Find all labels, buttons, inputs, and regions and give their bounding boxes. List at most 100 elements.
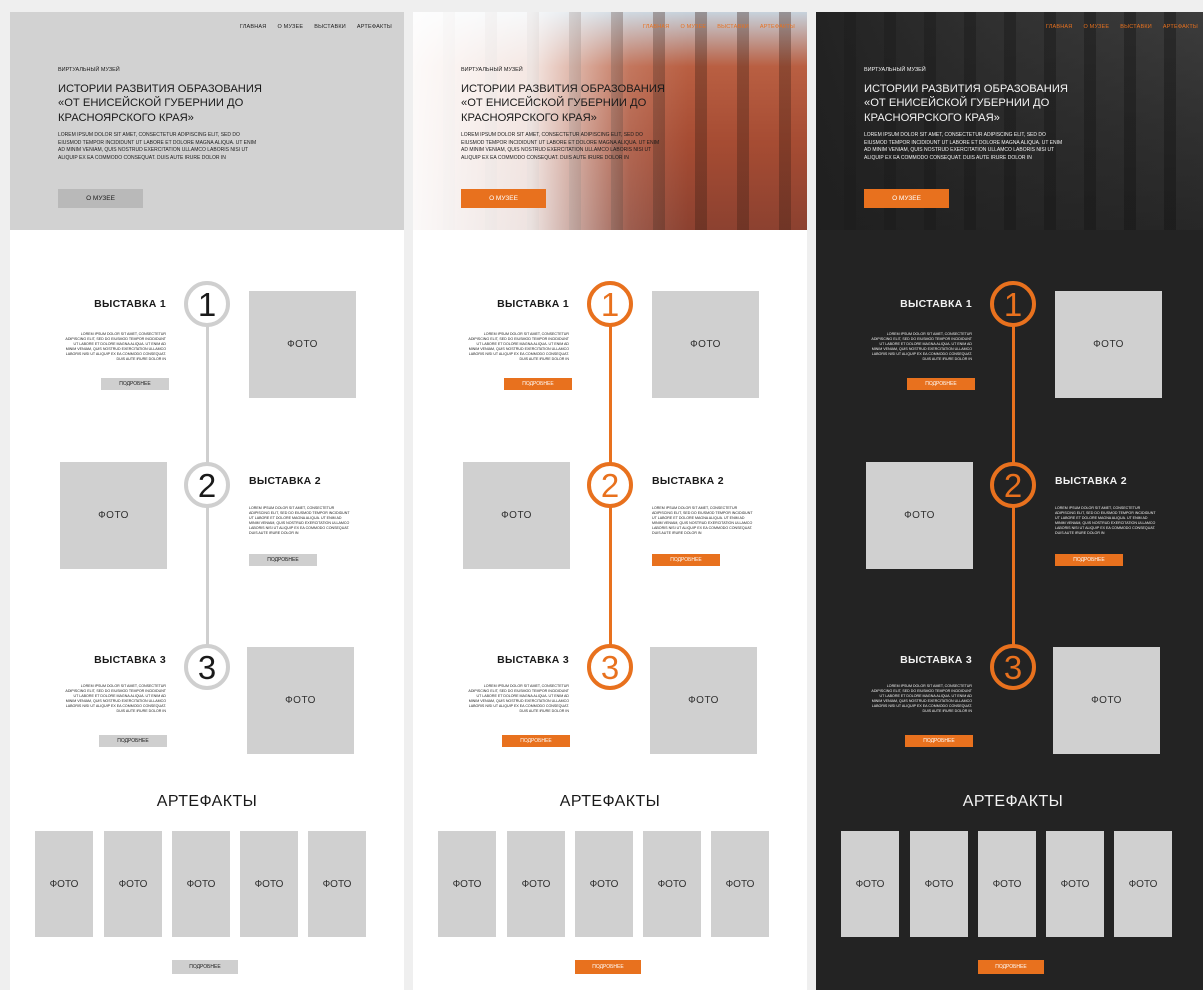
hero: ГЛАВНАЯ О МУЗЕЕ ВЫСТАВКИ АРТЕФАКТЫ ВИРТУ…: [816, 12, 1203, 230]
exhibition-more-button[interactable]: ПОДРОБНЕЕ: [1055, 554, 1123, 566]
exhibition-more-button[interactable]: ПОДРОБНЕЕ: [101, 378, 169, 390]
about-museum-button[interactable]: О МУЗЕЕ: [58, 189, 143, 208]
exhibition-description: LOREM IPSUM DOLOR SIT AMET, CONSECTETUR …: [871, 684, 972, 714]
exhibition-title: ВЫСТАВКА 1: [94, 298, 166, 310]
artifact-photo[interactable]: ФОТО: [711, 831, 769, 937]
exhibition-photo: ФОТО: [1055, 291, 1162, 398]
top-nav: ГЛАВНАЯ О МУЗЕЕ ВЫСТАВКИ АРТЕФАКТЫ: [1046, 24, 1198, 30]
exhibition-title: ВЫСТАВКА 3: [900, 654, 972, 666]
exhibition-title: ВЫСТАВКА 1: [900, 298, 972, 310]
nav-exhibitions[interactable]: ВЫСТАВКИ: [1120, 24, 1152, 30]
exhibition-photo: ФОТО: [1053, 647, 1160, 754]
artifact-photo[interactable]: ФОТО: [643, 831, 701, 937]
exhibition-title: ВЫСТАВКА 2: [249, 475, 321, 487]
exhibition-description: LOREM IPSUM DOLOR SIT AMET, CONSECTETUR …: [249, 506, 350, 536]
hero-kicker: ВИРТУАЛЬНЫЙ МУЗЕЙ: [58, 67, 120, 73]
exhibition-more-button[interactable]: ПОДРОБНЕЕ: [652, 554, 720, 566]
exhibition-more-button[interactable]: ПОДРОБНЕЕ: [905, 735, 973, 747]
nav-artifacts[interactable]: АРТЕФАКТЫ: [760, 24, 795, 30]
timeline-marker-2: 2: [587, 462, 633, 508]
hero-title: ИСТОРИИ РАЗВИТИЯ ОБРАЗОВАНИЯ «ОТ ЕНИСЕЙС…: [58, 83, 262, 124]
timeline-marker-3: 3: [184, 644, 230, 690]
artifacts-more-button[interactable]: ПОДРОБНЕЕ: [978, 960, 1044, 974]
nav-home[interactable]: ГЛАВНАЯ: [240, 24, 267, 30]
artifact-photo[interactable]: ФОТО: [507, 831, 565, 937]
about-museum-button[interactable]: О МУЗЕЕ: [461, 189, 546, 208]
top-nav: ГЛАВНАЯ О МУЗЕЕ ВЫСТАВКИ АРТЕФАКТЫ: [240, 24, 392, 30]
exhibition-more-button[interactable]: ПОДРОБНЕЕ: [502, 735, 570, 747]
timeline-marker-2: 2: [184, 462, 230, 508]
artifact-photo[interactable]: ФОТО: [240, 831, 298, 937]
exhibition-description: LOREM IPSUM DOLOR SIT AMET, CONSECTETUR …: [468, 332, 569, 362]
nav-exhibitions[interactable]: ВЫСТАВКИ: [717, 24, 749, 30]
hero-lead: LOREM IPSUM DOLOR SIT AMET, CONSECTETUR …: [864, 132, 1063, 161]
nav-about[interactable]: О МУЗЕЕ: [1083, 24, 1109, 30]
exhibitions-timeline: 1 ВЫСТАВКА 1 LOREM IPSUM DOLOR SIT AMET,…: [10, 274, 404, 764]
mockup-comparison: ГЛАВНАЯ О МУЗЕЕ ВЫСТАВКИ АРТЕФАКТЫ ВИРТУ…: [0, 0, 1203, 990]
exhibition-description: LOREM IPSUM DOLOR SIT AMET, CONSECTETUR …: [65, 332, 166, 362]
hero: ГЛАВНАЯ О МУЗЕЕ ВЫСТАВКИ АРТЕФАКТЫ ВИРТУ…: [413, 12, 807, 230]
exhibition-title: ВЫСТАВКА 2: [652, 475, 724, 487]
artifact-photo[interactable]: ФОТО: [1114, 831, 1172, 937]
exhibition-more-button[interactable]: ПОДРОБНЕЕ: [907, 378, 975, 390]
nav-exhibitions[interactable]: ВЫСТАВКИ: [314, 24, 346, 30]
exhibition-description: LOREM IPSUM DOLOR SIT AMET, CONSECTETUR …: [871, 332, 972, 362]
board-dark: ГЛАВНАЯ О МУЗЕЕ ВЫСТАВКИ АРТЕФАКТЫ ВИРТУ…: [816, 12, 1203, 990]
exhibition-photo: ФОТО: [247, 647, 354, 754]
hero-title: ИСТОРИИ РАЗВИТИЯ ОБРАЗОВАНИЯ «ОТ ЕНИСЕЙС…: [461, 83, 665, 124]
artifact-photo[interactable]: ФОТО: [438, 831, 496, 937]
hero-lead: LOREM IPSUM DOLOR SIT AMET, CONSECTETUR …: [461, 132, 660, 161]
artifact-photo[interactable]: ФОТО: [910, 831, 968, 937]
artifacts-heading: АРТЕФАКТЫ: [559, 793, 661, 810]
artifact-photo[interactable]: ФОТО: [575, 831, 633, 937]
exhibition-description: LOREM IPSUM DOLOR SIT AMET, CONSECTETUR …: [65, 684, 166, 714]
exhibition-title: ВЫСТАВКА 3: [497, 654, 569, 666]
hero-kicker: ВИРТУАЛЬНЫЙ МУЗЕЙ: [864, 67, 926, 73]
exhibitions-timeline: 1 ВЫСТАВКА 1 LOREM IPSUM DOLOR SIT AMET,…: [413, 274, 807, 764]
exhibitions-timeline: 1 ВЫСТАВКА 1 LOREM IPSUM DOLOR SIT AMET,…: [816, 274, 1203, 764]
timeline-marker-3: 3: [587, 644, 633, 690]
artifact-photo[interactable]: ФОТО: [1046, 831, 1104, 937]
exhibition-photo: ФОТО: [866, 462, 973, 569]
artifacts-more-button[interactable]: ПОДРОБНЕЕ: [172, 960, 238, 974]
artifact-photo[interactable]: ФОТО: [172, 831, 230, 937]
artifacts-heading: АРТЕФАКТЫ: [962, 793, 1064, 810]
board-wireframe: ГЛАВНАЯ О МУЗЕЕ ВЫСТАВКИ АРТЕФАКТЫ ВИРТУ…: [10, 12, 404, 990]
timeline-marker-1: 1: [587, 281, 633, 327]
artifact-photo[interactable]: ФОТО: [978, 831, 1036, 937]
artifact-photo[interactable]: ФОТО: [104, 831, 162, 937]
about-museum-button[interactable]: О МУЗЕЕ: [864, 189, 949, 208]
nav-about[interactable]: О МУЗЕЕ: [277, 24, 303, 30]
hero-kicker: ВИРТУАЛЬНЫЙ МУЗЕЙ: [461, 67, 523, 73]
exhibition-description: LOREM IPSUM DOLOR SIT AMET, CONSECTETUR …: [652, 506, 753, 536]
timeline-marker-1: 1: [184, 281, 230, 327]
timeline-marker-2: 2: [990, 462, 1036, 508]
exhibition-more-button[interactable]: ПОДРОБНЕЕ: [99, 735, 167, 747]
hero-lead: LOREM IPSUM DOLOR SIT AMET, CONSECTETUR …: [58, 132, 257, 161]
artifacts-more-button[interactable]: ПОДРОБНЕЕ: [575, 960, 641, 974]
exhibition-photo: ФОТО: [249, 291, 356, 398]
exhibition-title: ВЫСТАВКА 3: [94, 654, 166, 666]
board-light: ГЛАВНАЯ О МУЗЕЕ ВЫСТАВКИ АРТЕФАКТЫ ВИРТУ…: [413, 12, 807, 990]
exhibition-description: LOREM IPSUM DOLOR SIT AMET, CONSECTETUR …: [468, 684, 569, 714]
nav-artifacts[interactable]: АРТЕФАКТЫ: [1163, 24, 1198, 30]
timeline-marker-1: 1: [990, 281, 1036, 327]
artifact-photo[interactable]: ФОТО: [35, 831, 93, 937]
exhibition-more-button[interactable]: ПОДРОБНЕЕ: [249, 554, 317, 566]
timeline-marker-3: 3: [990, 644, 1036, 690]
nav-home[interactable]: ГЛАВНАЯ: [1046, 24, 1073, 30]
artifact-photo[interactable]: ФОТО: [841, 831, 899, 937]
nav-artifacts[interactable]: АРТЕФАКТЫ: [357, 24, 392, 30]
artifact-photo[interactable]: ФОТО: [308, 831, 366, 937]
artifacts-heading: АРТЕФАКТЫ: [156, 793, 258, 810]
exhibition-photo: ФОТО: [60, 462, 167, 569]
nav-about[interactable]: О МУЗЕЕ: [680, 24, 706, 30]
exhibition-photo: ФОТО: [650, 647, 757, 754]
hero-title: ИСТОРИИ РАЗВИТИЯ ОБРАЗОВАНИЯ «ОТ ЕНИСЕЙС…: [864, 83, 1068, 124]
top-nav: ГЛАВНАЯ О МУЗЕЕ ВЫСТАВКИ АРТЕФАКТЫ: [643, 24, 795, 30]
nav-home[interactable]: ГЛАВНАЯ: [643, 24, 670, 30]
exhibition-photo: ФОТО: [463, 462, 570, 569]
exhibition-photo: ФОТО: [652, 291, 759, 398]
exhibition-more-button[interactable]: ПОДРОБНЕЕ: [504, 378, 572, 390]
exhibition-title: ВЫСТАВКА 1: [497, 298, 569, 310]
